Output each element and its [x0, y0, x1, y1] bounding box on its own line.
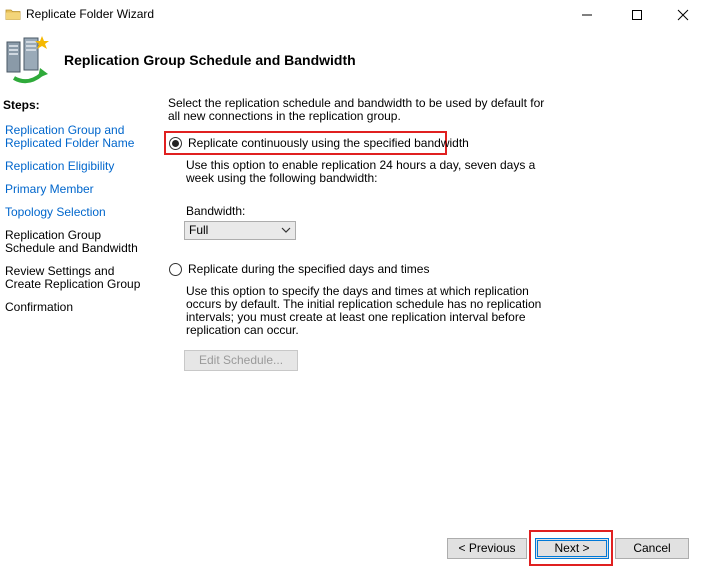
bandwidth-select[interactable]: Full: [184, 221, 296, 240]
step-primary-member[interactable]: Primary Member: [5, 183, 155, 196]
cancel-button[interactable]: Cancel: [615, 538, 689, 559]
step-confirmation: Confirmation: [5, 300, 74, 314]
chevron-down-icon: [281, 223, 291, 242]
title-bar: Replicate Folder Wizard: [0, 0, 701, 30]
step-review-settings: Review Settings and Create Replication G…: [5, 264, 141, 291]
radio-scheduled[interactable]: [169, 262, 182, 276]
replication-servers-icon: [4, 34, 52, 87]
radio-scheduled-row[interactable]: Replicate during the specified days and …: [169, 262, 429, 276]
window-title: Replicate Folder Wizard: [26, 7, 155, 21]
step-replication-eligibility[interactable]: Replication Eligibility: [5, 160, 155, 173]
continuous-description: Use this option to enable replication 24…: [186, 158, 536, 185]
steps-heading: Steps:: [3, 98, 40, 112]
radio-scheduled-label[interactable]: Replicate during the specified days and …: [188, 262, 429, 276]
radio-continuous-label[interactable]: Replicate continuously using the specifi…: [188, 136, 469, 150]
scheduled-description: Use this option to specify the days and …: [186, 284, 542, 337]
radio-continuous-row[interactable]: Replicate continuously using the specifi…: [169, 136, 469, 150]
bandwidth-value: Full: [189, 223, 209, 237]
previous-button[interactable]: < Previous: [447, 538, 527, 559]
step-topology-selection[interactable]: Topology Selection: [5, 206, 155, 219]
intro-text: Select the replication schedule and band…: [168, 96, 545, 123]
bandwidth-label: Bandwidth:: [186, 204, 246, 218]
radio-continuous[interactable]: [169, 136, 182, 150]
step-replication-group-name[interactable]: Replication Group and Replicated Folder …: [5, 124, 155, 150]
step-schedule-bandwidth: Replication Group Schedule and Bandwidth: [5, 228, 138, 255]
edit-schedule-button[interactable]: Edit Schedule...: [184, 350, 298, 371]
minimize-button[interactable]: [564, 0, 610, 30]
maximize-button[interactable]: [614, 0, 660, 30]
close-button[interactable]: [660, 0, 701, 30]
page-title: Replication Group Schedule and Bandwidth: [64, 52, 356, 68]
folder-icon: [5, 6, 21, 25]
wizard-header: Replication Group Schedule and Bandwidth: [0, 30, 701, 90]
next-button[interactable]: Next >: [535, 538, 609, 559]
